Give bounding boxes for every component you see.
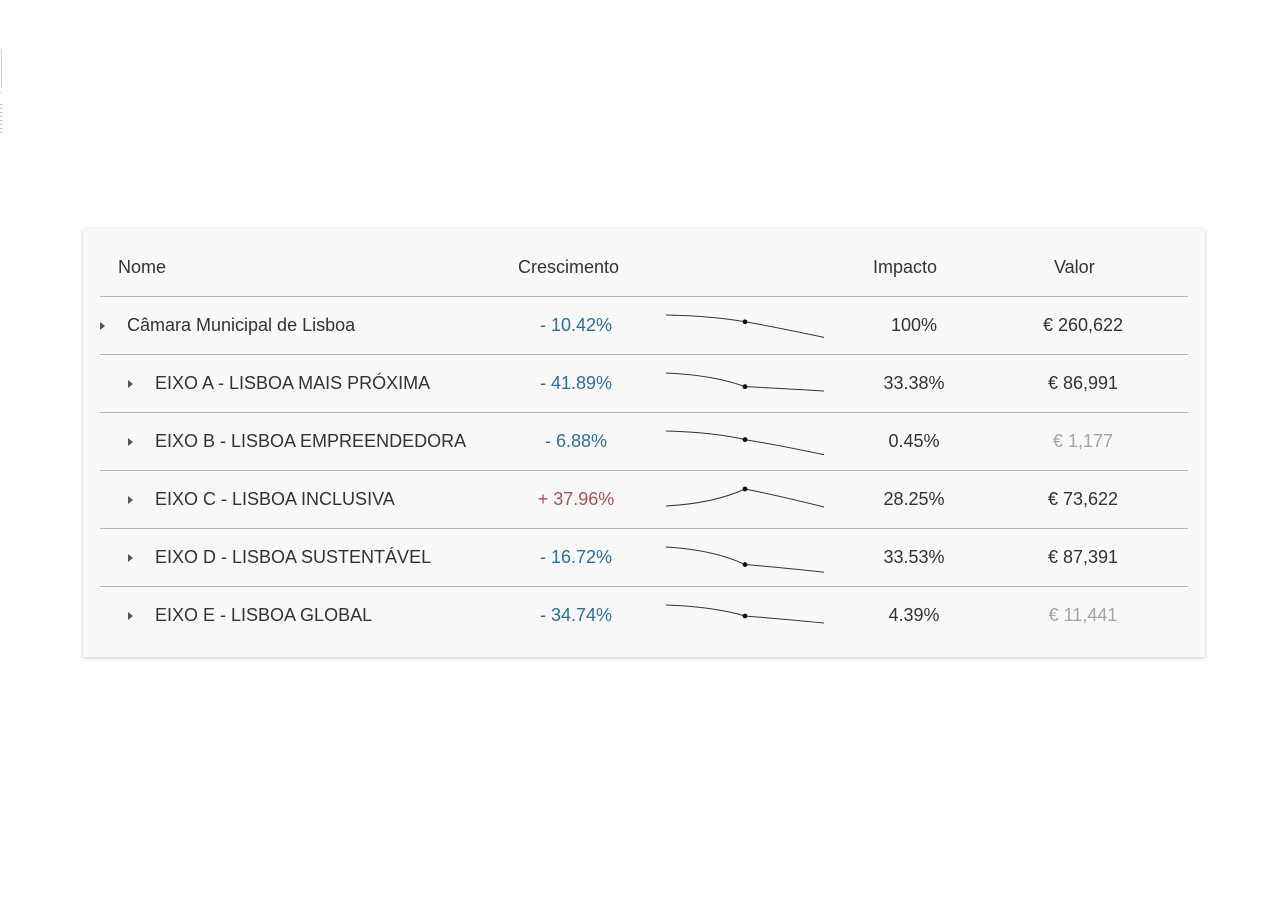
row-value: € 260,622 — [1042, 315, 1124, 335]
table-row[interactable]: EIXO E - LISBOA GLOBAL - 34.74% 4.39% € 11,… — [100, 587, 1188, 644]
row-value: € 87,391 — [1047, 547, 1119, 567]
caret-right-icon[interactable] — [128, 554, 133, 562]
budget-table-card: Nome Crescimento Impacto Valor Câmara Mu… — [83, 229, 1205, 657]
caret-right-icon[interactable] — [128, 612, 133, 620]
sparkline-point — [742, 486, 748, 492]
header-impact[interactable]: Impacto — [873, 257, 937, 278]
table-header: Nome Crescimento Impacto Valor — [100, 229, 1188, 297]
growth-sparkline — [665, 430, 825, 456]
row-growth: - 6.88% — [544, 431, 608, 451]
table-row[interactable]: EIXO C - LISBOA INCLUSIVA + 37.96% 28.25% €… — [100, 471, 1188, 529]
row-impact: 100% — [890, 315, 938, 335]
row-growth: - 10.42% — [539, 315, 613, 335]
row-name: EIXO D - LISBOA SUSTENTÁVEL — [155, 547, 432, 567]
row-value: € 11,441 — [1048, 605, 1118, 625]
edge-divider-fragment — [0, 92, 3, 93]
row-growth: - 16.72% — [539, 547, 613, 567]
sparkline-point — [742, 437, 748, 442]
sparkline-point — [742, 384, 748, 390]
header-value[interactable]: Valor — [1054, 257, 1095, 278]
row-value: € 73,622 — [1047, 489, 1119, 509]
sparkline-path — [665, 430, 825, 456]
sparkline-path — [665, 488, 825, 508]
row-impact: 28.25% — [883, 489, 945, 509]
row-growth: - 34.74% — [539, 605, 613, 625]
sparkline-path — [665, 546, 825, 573]
row-value: € 86,991 — [1047, 373, 1119, 393]
row-impact: 0.45% — [888, 431, 940, 451]
caret-right-icon[interactable] — [128, 496, 133, 504]
table-row[interactable]: EIXO D - LISBOA SUSTENTÁVEL - 16.72% 33.53… — [100, 529, 1188, 587]
row-growth: + 37.96% — [537, 489, 615, 509]
row-growth: - 41.89% — [539, 373, 613, 393]
table-row[interactable]: EIXO B - LISBOA EMPREENDEDORA - 6.88% 0.45… — [100, 413, 1188, 471]
growth-sparkline — [665, 314, 825, 338]
row-name: EIXO E - LISBOA GLOBAL — [155, 605, 373, 625]
sparkline-point — [742, 613, 748, 619]
table-body: Câmara Municipal de Lisboa - 10.42% 100% € … — [100, 297, 1188, 644]
budget-table: Nome Crescimento Impacto Valor Câmara Mu… — [100, 229, 1188, 644]
caret-right-icon[interactable] — [128, 380, 133, 388]
table-row[interactable]: EIXO A - LISBOA MAIS PRÓXIMA - 41.89% 33.3… — [100, 355, 1188, 413]
row-name: Câmara Municipal de Lisboa — [127, 315, 356, 335]
growth-sparkline — [665, 372, 825, 392]
growth-sparkline — [665, 604, 825, 624]
growth-sparkline — [665, 486, 825, 508]
caret-right-icon[interactable] — [100, 322, 105, 330]
table-row[interactable]: Câmara Municipal de Lisboa - 10.42% 100% € … — [100, 297, 1188, 355]
row-impact: 33.38% — [883, 373, 945, 393]
row-name: EIXO A - LISBOA MAIS PRÓXIMA — [155, 373, 431, 393]
caret-right-icon[interactable] — [128, 438, 133, 446]
row-value: € 1,177 — [1052, 431, 1114, 451]
sparkline-path — [665, 314, 825, 338]
growth-sparkline — [665, 546, 825, 573]
header-growth[interactable]: Crescimento — [518, 257, 619, 278]
edge-dotted-fragment — [0, 104, 3, 134]
edge-frame-fragment — [0, 50, 2, 88]
row-impact: 4.39% — [888, 605, 940, 625]
header-name[interactable]: Nome — [118, 257, 166, 278]
sparkline-point — [742, 562, 748, 567]
sparkline-point — [742, 319, 748, 325]
row-impact: 33.53% — [883, 547, 945, 567]
row-name: EIXO B - LISBOA EMPREENDEDORA — [155, 431, 467, 451]
row-name: EIXO C - LISBOA INCLUSIVA — [155, 489, 395, 509]
